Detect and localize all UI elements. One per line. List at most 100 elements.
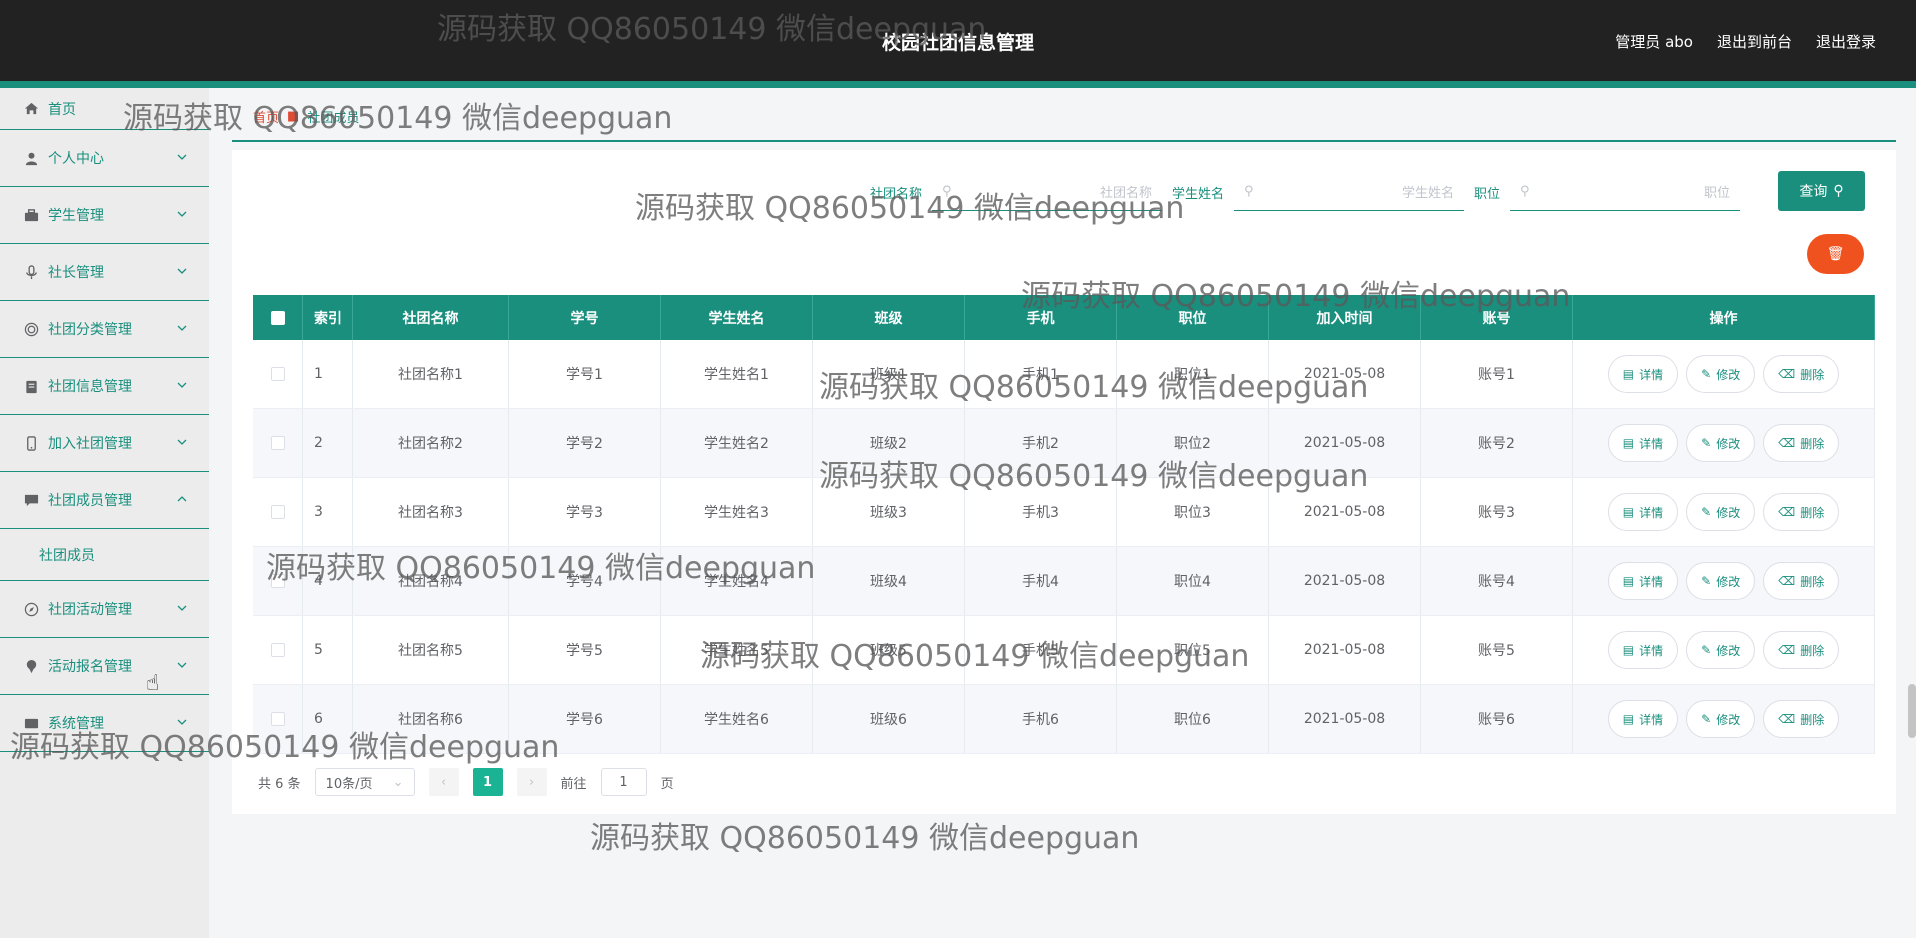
sidebar-item-4[interactable]: 社团信息管理 [0, 358, 209, 415]
edit-button[interactable]: ✎ 修改 [1686, 700, 1756, 738]
col-header-actions: 操作 [1573, 295, 1875, 340]
cell-club: 社团名称3 [353, 478, 509, 546]
select-all-checkbox[interactable] [253, 295, 303, 340]
cell-idx: 1 [303, 340, 353, 408]
cell-sno: 学号4 [509, 547, 661, 615]
cell-time: 2021-05-08 [1269, 340, 1421, 408]
query-button[interactable]: 查询 ⚲ [1778, 171, 1865, 211]
detail-button[interactable]: ▤ 详情 [1607, 700, 1679, 738]
sidebar-item-3[interactable]: 社团分类管理 [0, 301, 209, 358]
breadcrumb-home[interactable]: 首页 [253, 107, 279, 126]
chevron-up-icon [177, 492, 187, 508]
goto-prefix: 前往 [560, 776, 587, 792]
cell-phone: 手机6 [965, 685, 1117, 753]
delete-button[interactable]: ⌫ 删除 [1763, 562, 1840, 600]
pin-icon [22, 657, 40, 675]
position-input[interactable]: ⚲ 职位 [1510, 173, 1741, 211]
sidebar-item-label: 加入社团管理 [48, 436, 132, 452]
breadcrumb-separator-icon: ■ [287, 109, 300, 124]
club-name-input[interactable]: ⚲ 社团名称 [932, 173, 1163, 211]
page-number-current[interactable]: 1 [472, 768, 503, 796]
sidebar-item-label: 学生管理 [48, 208, 104, 224]
table-row: 1 社团名称1 学号1 学生姓名1 班级1 手机1 职位1 2021-05-08 账号1 ▤ 详情 ✎… [253, 340, 1875, 409]
page-scrollbar[interactable] [1908, 684, 1916, 738]
chevron-down-icon [177, 264, 187, 280]
chevron-down-icon: ⌄ [392, 774, 404, 790]
sidebar-item-label: 社长管理 [48, 265, 104, 281]
sidebar-item-9[interactable]: 系统管理 [0, 695, 209, 752]
mouse-pointer-icon: ☝ [146, 671, 160, 696]
microphone-icon [22, 263, 40, 281]
detail-button[interactable]: ▤ 详情 [1607, 631, 1679, 669]
prev-page-button[interactable]: ‹ [428, 768, 459, 796]
cell-name: 学生姓名5 [661, 616, 813, 684]
detail-button[interactable]: ▤ 详情 [1607, 355, 1679, 393]
delete-button[interactable]: ⌫ 删除 [1763, 631, 1840, 669]
chevron-down-icon [177, 207, 187, 223]
sidebar-item-2[interactable]: 社长管理 [0, 244, 209, 301]
page-size-select[interactable]: 10条/页 ⌄ [314, 768, 415, 796]
sidebar-item-0[interactable]: 个人中心 [0, 130, 209, 187]
chevron-down-icon [177, 658, 187, 674]
sidebar-item-label: 社团信息管理 [48, 379, 132, 395]
next-page-button[interactable]: › [516, 768, 547, 796]
cell-pos: 职位2 [1117, 409, 1269, 477]
row-checkbox[interactable] [253, 547, 303, 615]
delete-button[interactable]: ⌫ 删除 [1763, 355, 1840, 393]
sidebar-item-home[interactable]: 首页 [0, 88, 209, 130]
club-name-label: 社团名称 [870, 186, 923, 202]
cell-phone: 手机4 [965, 547, 1117, 615]
col-header-join-time: 加入时间 [1269, 295, 1421, 340]
detail-button[interactable]: ▤ 详情 [1607, 424, 1679, 462]
sidebar-subitem-members[interactable]: 社团成员 [0, 529, 209, 581]
cell-idx: 3 [303, 478, 353, 546]
cell-idx: 6 [303, 685, 353, 753]
sidebar-item-5[interactable]: 加入社团管理 [0, 415, 209, 472]
sidebar-item-7[interactable]: 社团活动管理 [0, 581, 209, 638]
cell-actions: ▤ 详情 ✎ 修改 ⌫ 删除 [1573, 340, 1875, 408]
detail-button[interactable]: ▤ 详情 [1607, 493, 1679, 531]
sidebar-item-label: 社团成员管理 [48, 493, 132, 509]
delete-button[interactable]: ⌫ 删除 [1763, 424, 1840, 462]
cell-club: 社团名称6 [353, 685, 509, 753]
student-name-input[interactable]: ⚲ 学生姓名 [1234, 173, 1465, 211]
document-icon: ▤ [1622, 574, 1635, 588]
cell-acct: 账号3 [1421, 478, 1573, 546]
cell-club: 社团名称1 [353, 340, 509, 408]
edit-button[interactable]: ✎ 修改 [1686, 424, 1756, 462]
sidebar: 首页 个人中心学生管理社长管理社团分类管理社团信息管理 加入社团管理 社团成员管理社… [0, 88, 209, 938]
batch-delete-button[interactable]: 🗑 [1807, 234, 1864, 274]
trash-icon: ⌫ [1778, 367, 1796, 381]
col-header-class: 班级 [813, 295, 965, 340]
row-checkbox[interactable] [253, 685, 303, 753]
logout-link[interactable]: 退出登录 [1816, 31, 1876, 52]
breadcrumb-current: 社团成员 [307, 111, 360, 126]
delete-button[interactable]: ⌫ 删除 [1763, 700, 1840, 738]
edit-button[interactable]: ✎ 修改 [1686, 631, 1756, 669]
table-row: 5 社团名称5 学号5 学生姓名5 班级5 手机5 职位5 2021-05-08 账号5 ▤ 详情 ✎… [253, 616, 1875, 685]
detail-button[interactable]: ▤ 详情 [1607, 562, 1679, 600]
sidebar-item-8[interactable]: 活动报名管理 [0, 638, 209, 695]
row-checkbox[interactable] [253, 478, 303, 546]
cell-club: 社团名称5 [353, 616, 509, 684]
cell-acct: 账号4 [1421, 547, 1573, 615]
row-checkbox[interactable] [253, 340, 303, 408]
row-checkbox[interactable] [253, 616, 303, 684]
exit-to-front-link[interactable]: 退出到前台 [1717, 31, 1792, 52]
delete-button[interactable]: ⌫ 删除 [1763, 493, 1840, 531]
search-icon: ⚲ [1833, 183, 1844, 199]
sidebar-item-label: 活动报名管理 [48, 659, 132, 675]
edit-button[interactable]: ✎ 修改 [1686, 355, 1756, 393]
sidebar-item-1[interactable]: 学生管理 [0, 187, 209, 244]
trash-icon: ⌫ [1778, 643, 1796, 657]
row-checkbox[interactable] [253, 409, 303, 477]
edit-button[interactable]: ✎ 修改 [1686, 562, 1756, 600]
cell-pos: 职位5 [1117, 616, 1269, 684]
document-icon: ▤ [1622, 712, 1635, 726]
watermark-text: 源码获取 QQ86050149 微信deepguan [590, 821, 1140, 856]
chevron-down-icon [177, 435, 187, 451]
goto-page-input[interactable]: 1 [600, 768, 647, 796]
cell-sno: 学号5 [509, 616, 661, 684]
sidebar-item-6[interactable]: 社团成员管理 [0, 472, 209, 529]
edit-button[interactable]: ✎ 修改 [1686, 493, 1756, 531]
